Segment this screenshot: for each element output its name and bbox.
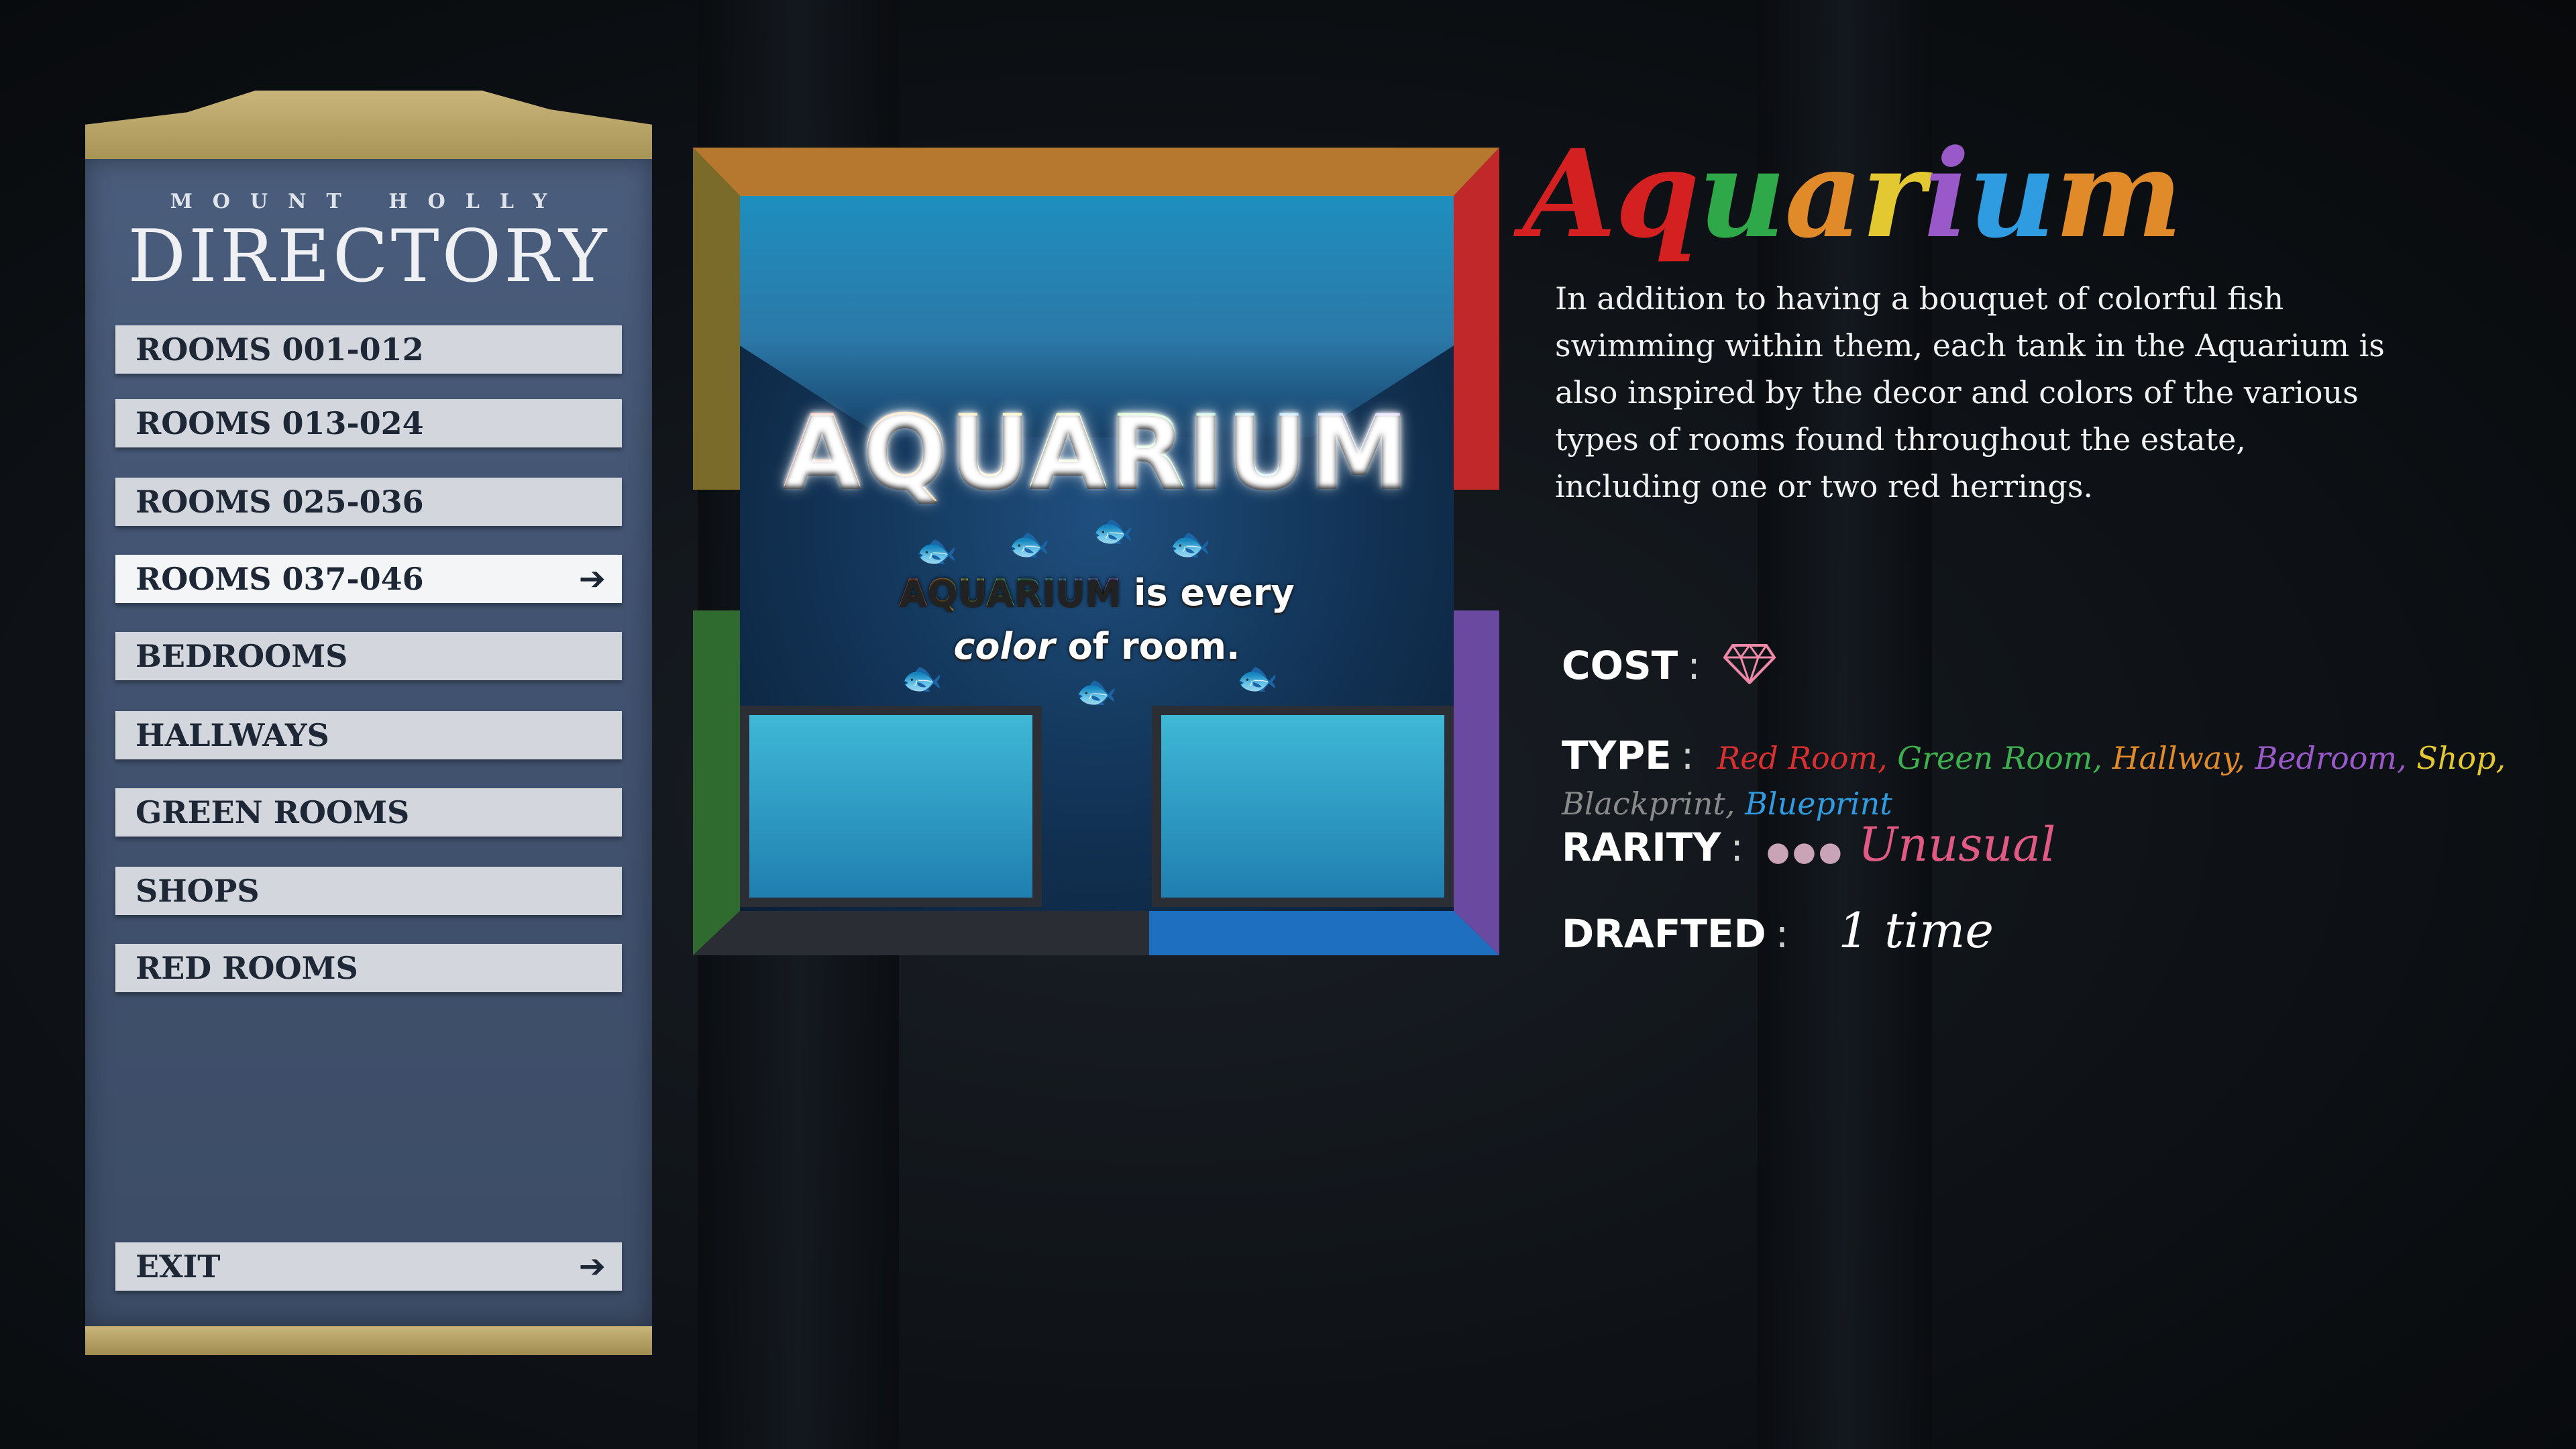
- aquarium-tank-left: [740, 706, 1042, 907]
- menu-item-shops[interactable]: SHOPS: [115, 867, 622, 915]
- art-caption-highlight: AQUARIUM: [899, 572, 1122, 614]
- gem-icon: [1723, 643, 1776, 694]
- menu-item-bedrooms[interactable]: BEDROOMS: [115, 632, 622, 680]
- rarity-label: RARITY: [1562, 824, 1721, 870]
- menu-item-rooms-001-012[interactable]: ROOMS 001-012: [115, 325, 622, 374]
- room-name-letter: u: [1968, 123, 2056, 265]
- room-art-caption-line2: color of room.: [740, 625, 1454, 667]
- room-name-letter: q: [1615, 123, 1700, 265]
- room-illustration: AQUARIUM AQUARIUM is every color of room…: [740, 196, 1454, 911]
- room-name-letter: m: [2055, 123, 2182, 265]
- rarity-value: Unusual: [1858, 817, 2056, 872]
- room-art-title: AQUARIUM: [740, 394, 1454, 511]
- fish-icon: 🐟: [1236, 659, 1279, 698]
- room-name-letter: i: [1923, 123, 1970, 265]
- exit-label: EXIT: [136, 1248, 221, 1285]
- room-name-letter: a: [1784, 123, 1863, 265]
- type-tag: Red Room,: [1717, 740, 1898, 776]
- aquarium-tank-right: [1152, 706, 1454, 907]
- rarity-colon: :: [1730, 824, 1743, 870]
- type-tag: Blueprint: [1745, 786, 1892, 822]
- cost-row: COST:: [1562, 643, 1776, 694]
- directory-top-trim: [85, 91, 652, 163]
- menu-item-label: RED ROOMS: [136, 950, 358, 986]
- menu-item-rooms-025-036[interactable]: ROOMS 025-036: [115, 478, 622, 526]
- type-tag: Green Room,: [1897, 740, 2112, 776]
- room-card: AQUARIUM AQUARIUM is every color of room…: [693, 148, 1499, 955]
- art-caption-color: color: [953, 625, 1055, 667]
- menu-item-green-rooms[interactable]: GREEN ROOMS: [115, 788, 622, 837]
- room-description: In addition to having a bouquet of color…: [1555, 280, 2385, 504]
- menu-item-rooms-037-046[interactable]: ROOMS 037-046 ➔: [115, 555, 622, 603]
- arrow-right-icon: ➔: [578, 560, 606, 598]
- room-art-caption-line1: AQUARIUM is every: [740, 572, 1454, 614]
- menu-item-red-rooms[interactable]: RED ROOMS: [115, 944, 622, 992]
- type-label: TYPE: [1562, 733, 1672, 778]
- menu-item-label: SHOPS: [136, 873, 260, 909]
- menu-item-label: GREEN ROOMS: [136, 794, 410, 830]
- fish-icon: 🐟: [1008, 525, 1051, 564]
- type-tag: Hallway,: [2112, 740, 2255, 776]
- directory-subtitle: MOUNT HOLLY: [170, 190, 568, 213]
- exit-button[interactable]: EXIT ➔: [115, 1242, 622, 1291]
- type-list: Red Room, Green Room, Hallway, Bedroom, …: [1562, 740, 2506, 822]
- menu-item-label: BEDROOMS: [136, 638, 348, 674]
- fish-icon: 🐟: [1092, 511, 1134, 550]
- rarity-row: RARITY: ●●● Unusual: [1562, 817, 2055, 872]
- fish-icon: 🐟: [901, 659, 943, 698]
- drafted-value: 1 time: [1838, 902, 1994, 959]
- directory-title: DIRECTORY: [127, 215, 610, 299]
- art-caption-of-room: of room.: [1055, 625, 1240, 667]
- drafted-label: DRAFTED: [1562, 911, 1766, 957]
- type-tag: Blackprint,: [1562, 786, 1746, 822]
- drafted-colon: :: [1775, 911, 1789, 957]
- menu-item-label: HALLWAYS: [136, 717, 329, 753]
- directory-bottom-trim: [85, 1326, 652, 1355]
- menu-item-label: ROOMS 037-046: [136, 561, 424, 597]
- type-colon: :: [1680, 733, 1695, 778]
- directory-panel: MOUNT HOLLY DIRECTORY ROOMS 001-012 ROOM…: [85, 91, 652, 1355]
- art-title-text: AQUARIUM: [783, 394, 1411, 511]
- drafted-row: DRAFTED: 1 time: [1562, 902, 1994, 959]
- room-name: Aquarium: [1523, 134, 2183, 255]
- room-name-letter: r: [1862, 123, 1925, 265]
- menu-item-rooms-013-024[interactable]: ROOMS 013-024: [115, 399, 622, 447]
- room-name-letter: A: [1523, 123, 1617, 265]
- type-tag: Shop,: [2416, 740, 2506, 776]
- cost-label: COST: [1562, 643, 1678, 689]
- room-name-letter: u: [1698, 123, 1786, 265]
- rarity-dots-icon: ●●●: [1766, 837, 1845, 867]
- art-caption-rest: is every: [1121, 572, 1295, 614]
- fish-icon: 🐟: [1075, 672, 1118, 711]
- menu-item-hallways[interactable]: HALLWAYS: [115, 711, 622, 759]
- type-row: TYPE: Red Room, Green Room, Hallway, Bed…: [1562, 733, 2576, 824]
- menu-item-label: ROOMS 013-024: [136, 405, 424, 441]
- menu-item-label: ROOMS 025-036: [136, 484, 424, 520]
- fish-icon: 🐟: [916, 531, 958, 570]
- fish-icon: 🐟: [1169, 525, 1212, 564]
- menu-item-label: ROOMS 001-012: [136, 331, 424, 368]
- type-tag: Bedroom,: [2255, 740, 2417, 776]
- arrow-right-icon: ➔: [578, 1248, 606, 1285]
- cost-colon: :: [1687, 643, 1701, 689]
